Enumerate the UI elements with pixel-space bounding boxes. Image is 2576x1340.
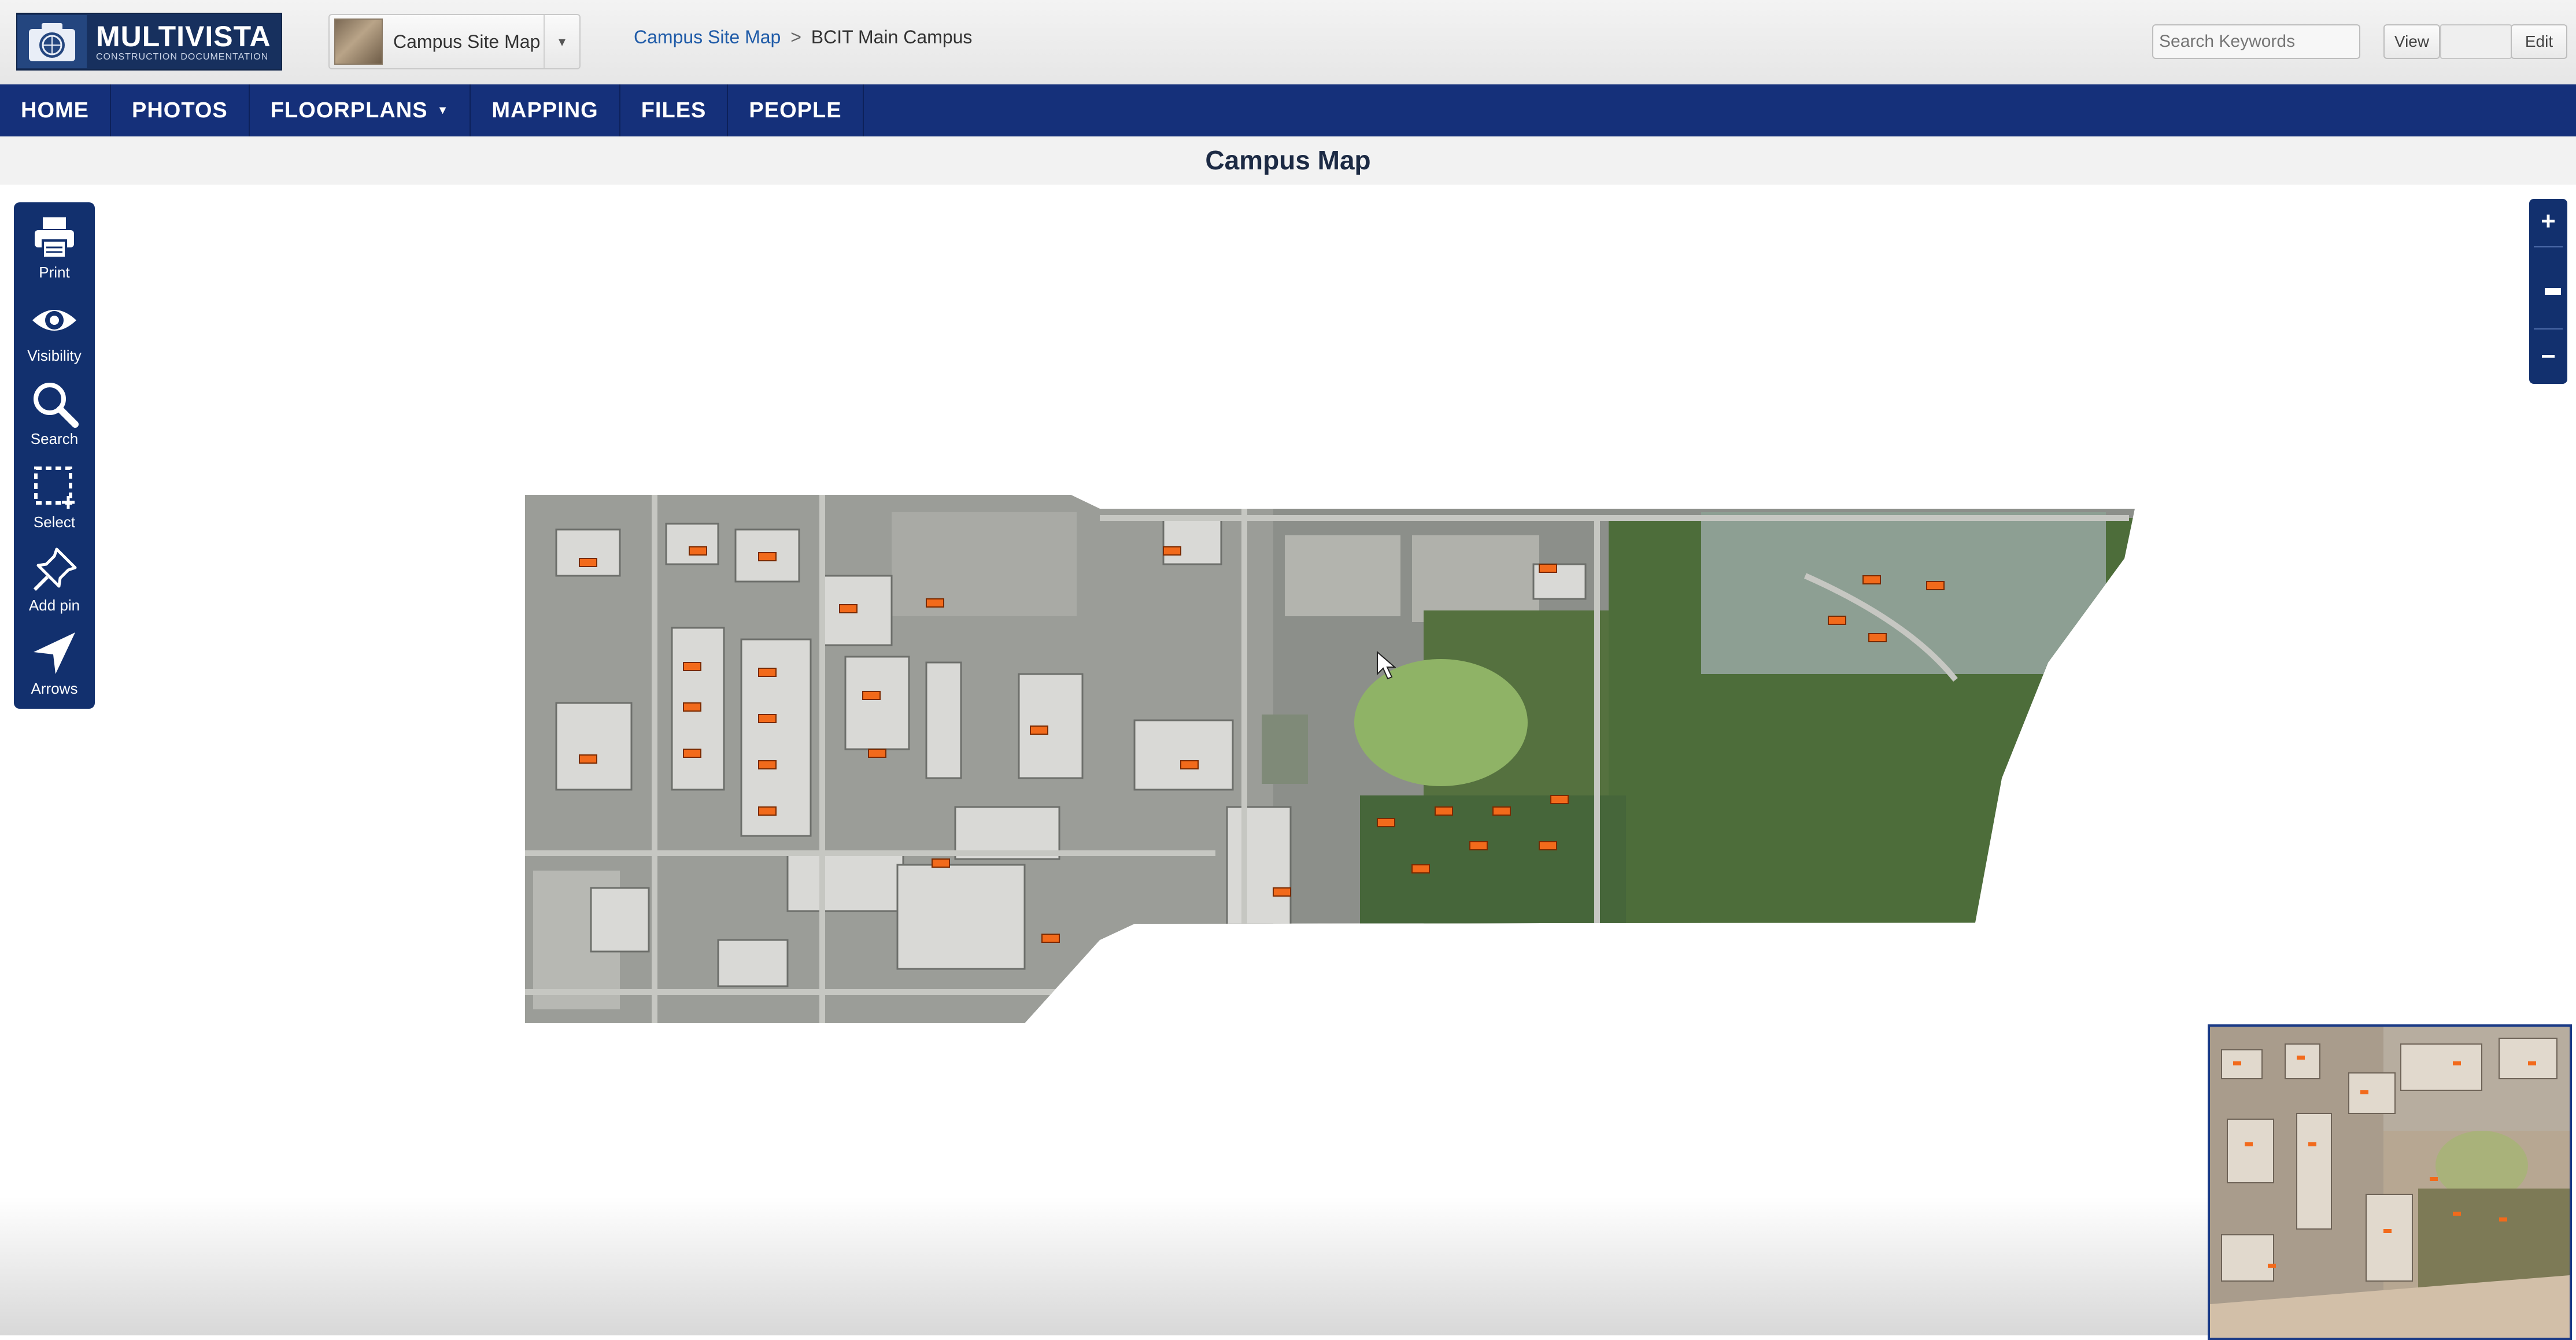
search-label: Search bbox=[30, 430, 79, 447]
project-selector[interactable]: Campus Site Map ▾ bbox=[328, 14, 581, 69]
printer-icon bbox=[35, 217, 74, 259]
zoom-slider-track[interactable] bbox=[2534, 246, 2563, 330]
page-title: Campus Map bbox=[1205, 145, 1371, 175]
logo-title: MULTIVISTA bbox=[96, 20, 271, 53]
nav-mapping-label: MAPPING bbox=[491, 98, 598, 123]
breadcrumb-current: BCIT Main Campus bbox=[811, 27, 973, 47]
nav-photos[interactable]: PHOTOS bbox=[111, 84, 250, 136]
mouse-cursor-icon bbox=[1377, 651, 1396, 680]
print-label: Print bbox=[39, 264, 70, 281]
logo-subtitle: CONSTRUCTION DOCUMENTATION bbox=[96, 52, 269, 62]
multivista-logo[interactable]: MULTIVISTA CONSTRUCTION DOCUMENTATION bbox=[16, 13, 282, 71]
breadcrumb-link-site-map[interactable]: Campus Site Map bbox=[634, 27, 781, 47]
nav-files[interactable]: FILES bbox=[620, 84, 729, 136]
chevron-down-icon[interactable]: ▾ bbox=[544, 15, 579, 68]
map-toolbar: Print Visibility Search Select Add pin A… bbox=[14, 202, 95, 709]
zoom-slider-handle[interactable] bbox=[2534, 285, 2572, 298]
nav-floorplans[interactable]: FLOORPLANS ▼ bbox=[250, 84, 471, 136]
nav-files-label: FILES bbox=[641, 98, 707, 123]
title-strip: Campus Map bbox=[0, 136, 2576, 184]
zoom-control: + − bbox=[2529, 199, 2567, 384]
visibility-tool[interactable]: Visibility bbox=[14, 289, 95, 370]
magnifier-icon bbox=[34, 383, 79, 428]
visibility-label: Visibility bbox=[27, 347, 82, 364]
select-label: Select bbox=[33, 513, 76, 531]
main-nav: HOME PHOTOS FLOORPLANS ▼ MAPPING FILES PE… bbox=[0, 84, 2576, 136]
nav-people[interactable]: PEOPLE bbox=[728, 84, 864, 136]
bottom-fade bbox=[0, 1197, 2208, 1335]
edit-button[interactable]: Edit bbox=[2511, 24, 2567, 59]
camera-globe-icon bbox=[17, 15, 87, 68]
add-pin-label: Add pin bbox=[28, 597, 80, 614]
zoom-out-button[interactable]: − bbox=[2529, 338, 2567, 376]
select-tool[interactable]: Select bbox=[14, 456, 95, 536]
breadcrumb: Campus Site Map > BCIT Main Campus bbox=[634, 27, 972, 48]
overview-minimap[interactable] bbox=[2208, 1024, 2572, 1340]
view-button[interactable]: View bbox=[2383, 24, 2440, 59]
chevron-down-icon: ▼ bbox=[437, 103, 449, 117]
nav-photos-label: PHOTOS bbox=[132, 98, 228, 123]
search-input[interactable] bbox=[2153, 26, 2383, 57]
search-tool[interactable]: Search bbox=[14, 372, 95, 453]
pushpin-icon bbox=[33, 547, 77, 591]
selection-box-icon bbox=[34, 467, 75, 509]
top-header: MULTIVISTA CONSTRUCTION DOCUMENTATION Ca… bbox=[0, 0, 2576, 85]
eye-icon bbox=[32, 310, 76, 331]
view-edit-toggle[interactable] bbox=[2440, 24, 2512, 59]
project-name: Campus Site Map bbox=[393, 31, 541, 52]
nav-mapping[interactable]: MAPPING bbox=[471, 84, 620, 136]
project-thumbnail bbox=[334, 18, 383, 65]
nav-people-label: PEOPLE bbox=[749, 98, 842, 123]
zoom-in-button[interactable]: + bbox=[2529, 202, 2567, 240]
arrow-pointer-icon bbox=[34, 632, 75, 674]
breadcrumb-separator: > bbox=[790, 27, 801, 47]
print-tool[interactable]: Print bbox=[14, 206, 95, 287]
add-pin-tool[interactable]: Add pin bbox=[14, 539, 95, 620]
nav-floorplans-label: FLOORPLANS bbox=[270, 98, 428, 123]
campus-aerial-map[interactable] bbox=[522, 495, 2136, 1023]
nav-home-label: HOME bbox=[21, 98, 89, 123]
nav-home[interactable]: HOME bbox=[0, 84, 111, 136]
arrows-tool[interactable]: Arrows bbox=[14, 622, 95, 703]
arrows-label: Arrows bbox=[31, 680, 78, 697]
search-box bbox=[2152, 24, 2402, 59]
